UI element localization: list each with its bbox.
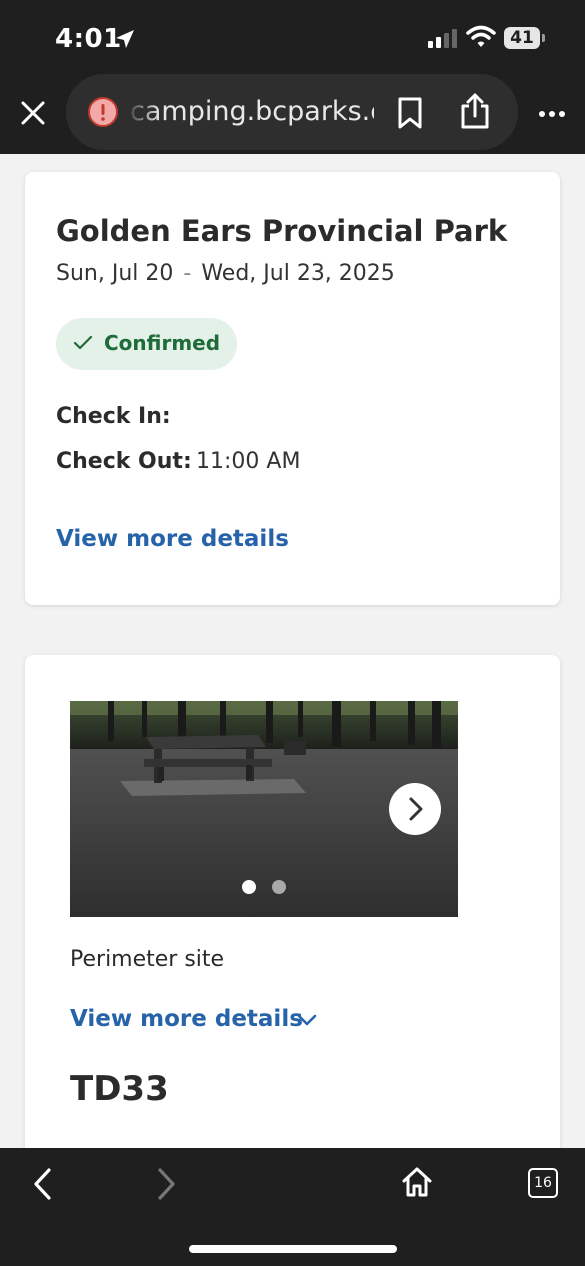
back-icon[interactable] [30,1166,54,1202]
site-id: TD33 [70,1069,169,1109]
campsite-card: Perimeter site View more details TD33 [25,655,560,1148]
view-reservation-details-link[interactable]: View more details [56,526,289,552]
share-icon[interactable] [459,92,491,130]
check-in-label: Check In: [56,404,171,429]
bottom-toolbar: 16 [0,1148,585,1266]
wifi-icon [466,25,496,47]
battery-tip [542,34,545,42]
tabs-icon[interactable]: 16 [528,1168,558,1198]
site-type: Perimeter site [70,947,225,972]
address-bar[interactable]: camping.bcparks.ca [66,74,518,150]
close-icon[interactable] [20,100,46,126]
url-text[interactable]: camping.bcparks.ca [130,96,374,127]
browser-toolbar: camping.bcparks.ca [0,72,585,154]
carousel-dot[interactable] [272,880,286,894]
status-bar: 4:01 41 [0,0,585,72]
battery-icon: 41 [504,27,540,49]
forward-icon[interactable] [155,1166,179,1202]
chevron-right-icon [409,797,423,821]
date-separator: - [183,261,192,286]
end-date: Wed, Jul 23, 2025 [201,261,395,286]
reservation-dates: Sun, Jul 20- Wed, Jul 23, 2025 [56,261,395,286]
carousel-dot-active[interactable] [242,880,256,894]
start-date: Sun, Jul 20 [56,261,174,286]
check-icon [73,335,93,350]
park-name: Golden Ears Provincial Park [56,214,508,248]
status-badge: Confirmed [56,318,237,370]
page-content: Golden Ears Provincial Park Sun, Jul 20-… [0,154,585,1148]
campsite-photo[interactable] [70,701,458,917]
status-time: 4:01 [55,24,122,54]
view-site-details-link[interactable]: View more details [70,1006,303,1032]
check-out-label: Check Out: [56,449,192,474]
alert-icon[interactable] [87,96,119,128]
home-indicator [189,1245,397,1253]
location-arrow-icon [116,30,134,48]
next-photo-button[interactable] [389,783,441,835]
signal-icon [428,29,457,48]
home-icon[interactable] [401,1166,433,1198]
reservation-card: Golden Ears Provincial Park Sun, Jul 20-… [25,172,560,605]
check-out-value: 11:00 AM [196,449,301,474]
chevron-down-icon[interactable] [297,1013,317,1027]
more-icon[interactable] [538,110,566,118]
status-label: Confirmed [104,331,221,355]
bookmark-icon[interactable] [396,96,424,130]
